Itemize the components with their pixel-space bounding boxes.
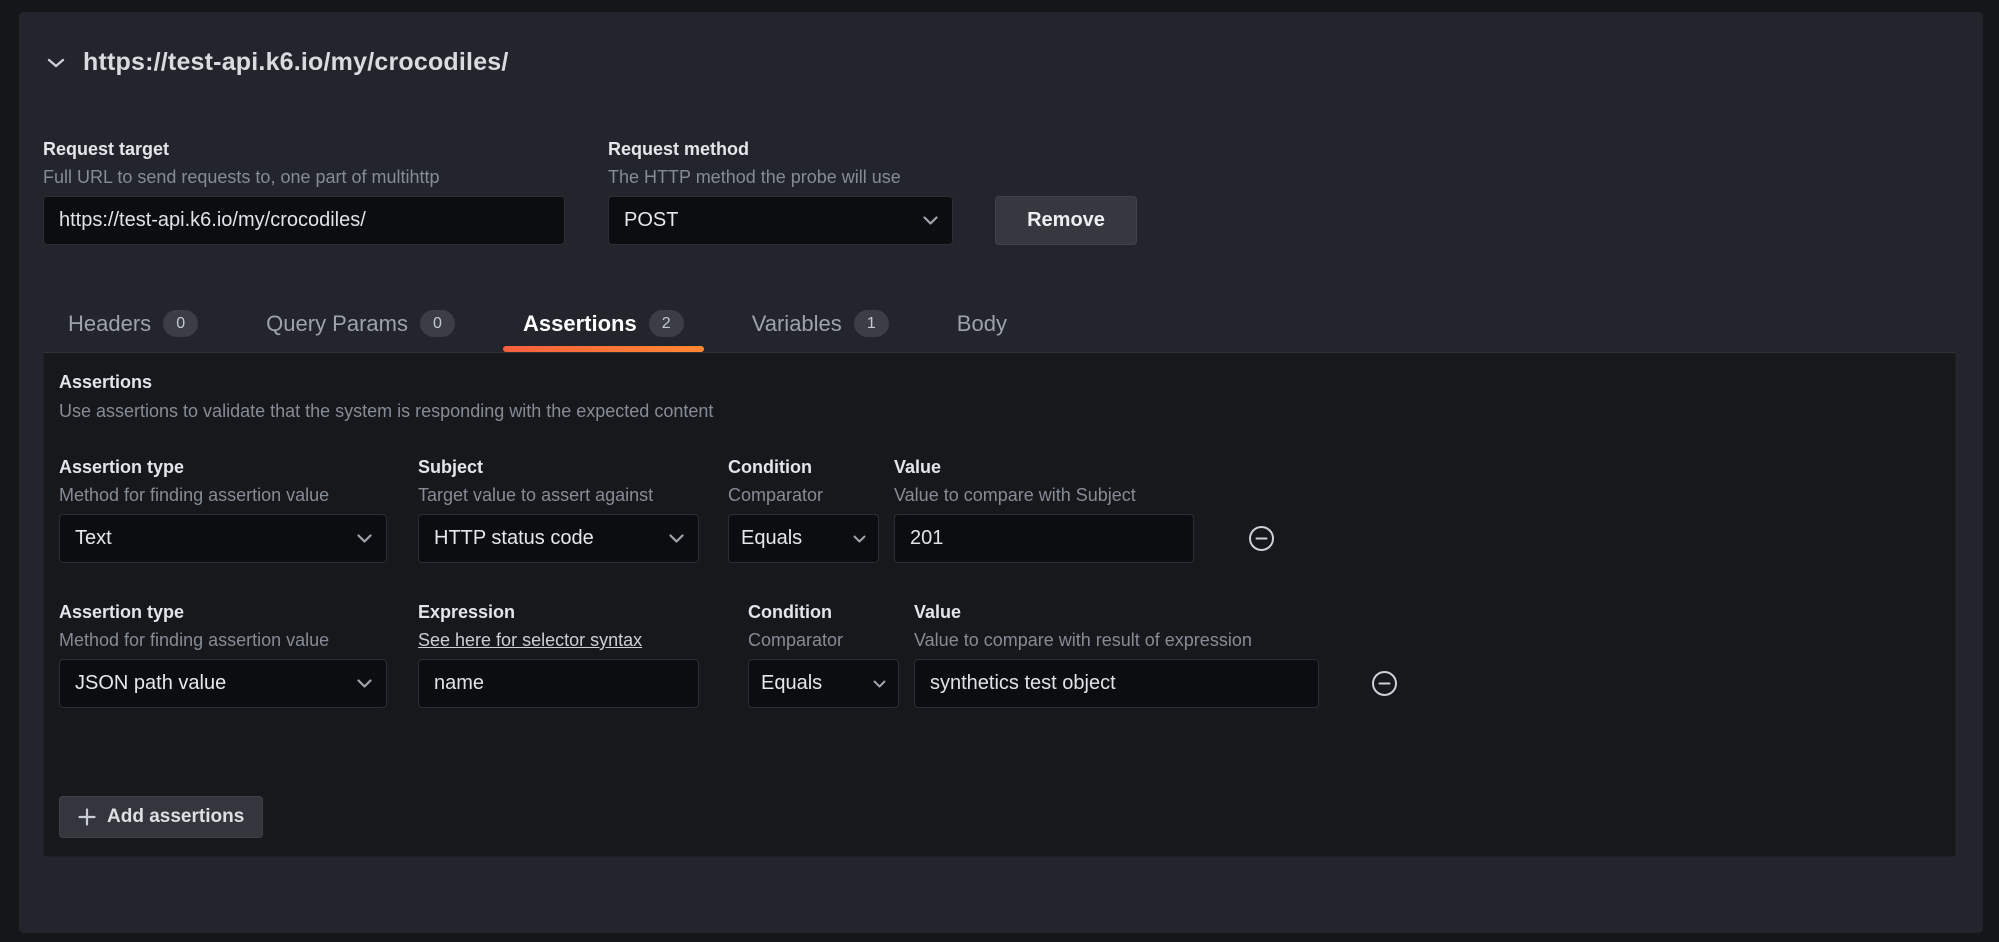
- request-target-description: Full URL to send requests to, one part o…: [43, 166, 565, 188]
- tab-body[interactable]: Body: [937, 305, 1027, 352]
- assertion-value-description: Value to compare with Subject: [894, 484, 1194, 506]
- assertion-subject-field: Subject Target value to assert against H…: [418, 456, 699, 563]
- tab-variables-count-badge: 1: [854, 310, 889, 337]
- collapse-section-header[interactable]: https://test-api.k6.io/my/crocodiles/: [47, 48, 509, 77]
- assertion-condition-field: Condition Comparator Equals: [748, 601, 899, 708]
- assertion-expression-field: Expression See here for selector syntax: [418, 601, 699, 708]
- chevron-down-icon: [873, 680, 886, 688]
- tab-assertions-label: Assertions: [523, 311, 637, 337]
- assertion-value-label: Value: [914, 601, 1319, 623]
- request-target-field: Request target Full URL to send requests…: [43, 138, 565, 245]
- assertion-value-label: Value: [894, 456, 1194, 478]
- request-method-field: Request method The HTTP method the probe…: [608, 138, 953, 245]
- assertion-expression-label: Expression: [418, 601, 699, 623]
- chevron-down-icon: [47, 57, 65, 69]
- tab-variables-label: Variables: [752, 311, 842, 337]
- minus-circle-icon: [1248, 525, 1275, 552]
- assertion-subject-value: HTTP status code: [434, 527, 594, 550]
- assertion-type-field: Assertion type Method for finding assert…: [59, 601, 387, 708]
- chevron-down-icon: [853, 535, 866, 543]
- chevron-down-icon: [357, 679, 372, 688]
- request-method-select[interactable]: POST: [608, 196, 953, 245]
- tab-headers-label: Headers: [68, 311, 151, 337]
- request-target-input[interactable]: [43, 196, 565, 245]
- assertion-row: Assertion type Method for finding assert…: [59, 601, 1955, 708]
- remove-request-button[interactable]: Remove: [995, 196, 1137, 245]
- request-settings-row: Request target Full URL to send requests…: [43, 138, 1137, 245]
- assertion-value-input[interactable]: [894, 514, 1194, 563]
- assertion-type-value: JSON path value: [75, 672, 226, 695]
- assertion-row: Assertion type Method for finding assert…: [59, 456, 1955, 563]
- assertions-description: Use assertions to validate that the syst…: [59, 400, 1955, 423]
- assertion-condition-value: Equals: [741, 527, 802, 550]
- assertion-condition-select[interactable]: Equals: [748, 659, 899, 708]
- tab-headers[interactable]: Headers 0: [48, 305, 218, 352]
- assertion-type-description: Method for finding assertion value: [59, 484, 387, 506]
- tab-headers-count-badge: 0: [163, 310, 198, 337]
- chevron-down-icon: [923, 216, 938, 225]
- tab-query-params[interactable]: Query Params 0: [246, 305, 475, 352]
- minus-circle-icon: [1371, 670, 1398, 697]
- request-tabs: Headers 0 Query Params 0 Assertions 2 Va…: [48, 305, 1055, 352]
- add-assertions-button[interactable]: Add assertions: [59, 796, 263, 838]
- request-target-label: Request target: [43, 138, 565, 160]
- assertion-value-field: Value Value to compare with result of ex…: [914, 601, 1319, 708]
- assertion-condition-field: Condition Comparator Equals: [728, 456, 879, 563]
- assertion-type-label: Assertion type: [59, 601, 387, 623]
- chevron-down-icon: [357, 534, 372, 543]
- chevron-down-icon: [669, 534, 684, 543]
- tab-variables[interactable]: Variables 1: [732, 305, 909, 352]
- assertion-type-select[interactable]: JSON path value: [59, 659, 387, 708]
- assertion-condition-description: Comparator: [728, 484, 879, 506]
- assertions-panel: Assertions Use assertions to validate th…: [43, 352, 1956, 857]
- selector-syntax-link[interactable]: See here for selector syntax: [418, 629, 642, 651]
- assertion-subject-description: Target value to assert against: [418, 484, 699, 506]
- tab-assertions[interactable]: Assertions 2: [503, 305, 704, 352]
- request-method-description: The HTTP method the probe will use: [608, 166, 953, 188]
- assertion-type-select[interactable]: Text: [59, 514, 387, 563]
- request-method-label: Request method: [608, 138, 953, 160]
- assertion-value-field: Value Value to compare with Subject: [894, 456, 1194, 563]
- section-title-url: https://test-api.k6.io/my/crocodiles/: [83, 48, 509, 77]
- remove-assertion-button[interactable]: [1371, 659, 1398, 708]
- assertion-type-description: Method for finding assertion value: [59, 629, 387, 651]
- remove-assertion-button[interactable]: [1248, 514, 1275, 563]
- assertion-subject-select[interactable]: HTTP status code: [418, 514, 699, 563]
- assertion-subject-label: Subject: [418, 456, 699, 478]
- request-card: https://test-api.k6.io/my/crocodiles/ Re…: [19, 12, 1983, 933]
- assertions-title: Assertions: [59, 371, 1955, 394]
- tab-query-params-label: Query Params: [266, 311, 408, 337]
- assertion-type-label: Assertion type: [59, 456, 387, 478]
- assertion-condition-value: Equals: [761, 672, 822, 695]
- tab-query-params-count-badge: 0: [420, 310, 455, 337]
- assertion-condition-description: Comparator: [748, 629, 899, 651]
- request-method-value: POST: [624, 209, 678, 232]
- assertion-condition-select[interactable]: Equals: [728, 514, 879, 563]
- assertion-value-description: Value to compare with result of expressi…: [914, 629, 1319, 651]
- assertion-expression-input[interactable]: [418, 659, 699, 708]
- tab-body-label: Body: [957, 311, 1007, 337]
- plus-icon: [78, 808, 96, 826]
- assertion-value-input[interactable]: [914, 659, 1319, 708]
- assertion-condition-label: Condition: [728, 456, 879, 478]
- add-assertions-label: Add assertions: [107, 806, 244, 828]
- assertion-type-field: Assertion type Method for finding assert…: [59, 456, 387, 563]
- tab-assertions-count-badge: 2: [649, 310, 684, 337]
- assertion-condition-label: Condition: [748, 601, 899, 623]
- assertion-type-value: Text: [75, 527, 112, 550]
